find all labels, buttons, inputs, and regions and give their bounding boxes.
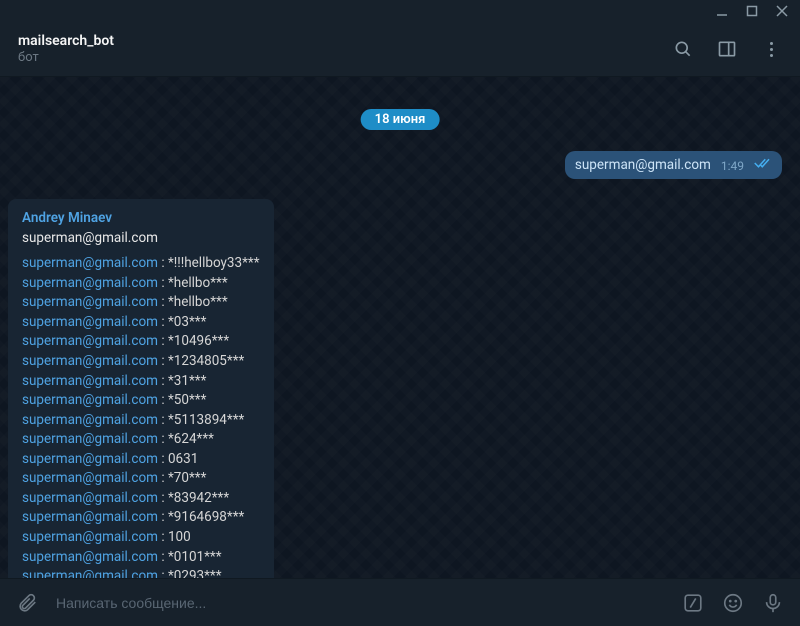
leak-row: superman@gmail.com : *5113894*** bbox=[22, 411, 260, 431]
leak-email: superman@gmail.com bbox=[22, 568, 158, 578]
leak-password: *03*** bbox=[168, 314, 206, 330]
chat-subtitle: бот bbox=[18, 50, 114, 65]
leak-separator: : bbox=[158, 353, 168, 369]
leak-email: superman@gmail.com bbox=[22, 314, 158, 330]
leak-separator: : bbox=[158, 509, 168, 525]
date-chip: 18 июня bbox=[361, 109, 440, 130]
forward-subline: superman@gmail.com bbox=[22, 229, 260, 249]
maximize-icon[interactable] bbox=[746, 5, 758, 17]
leak-password: *0293*** bbox=[168, 568, 222, 578]
minimize-icon[interactable] bbox=[716, 5, 728, 17]
leak-row: superman@gmail.com : *1234805*** bbox=[22, 352, 260, 372]
search-icon[interactable] bbox=[672, 38, 694, 60]
chat-header-info[interactable]: mailsearch_bot бот bbox=[18, 33, 114, 65]
leak-separator: : bbox=[158, 568, 168, 578]
chat-area: 18 июня superman@gmail.com 1:49 Andrey M… bbox=[0, 77, 800, 578]
leak-email: superman@gmail.com bbox=[22, 412, 158, 428]
chat-header-actions bbox=[672, 38, 782, 60]
leak-separator: : bbox=[158, 412, 168, 428]
leak-email: superman@gmail.com bbox=[22, 353, 158, 369]
leak-row: superman@gmail.com : *624*** bbox=[22, 430, 260, 450]
leak-password: *hellbo*** bbox=[168, 275, 228, 291]
leak-separator: : bbox=[158, 490, 168, 506]
leak-row: superman@gmail.com : *hellbo*** bbox=[22, 293, 260, 313]
leak-email: superman@gmail.com bbox=[22, 470, 158, 486]
slash-command-icon[interactable] bbox=[682, 592, 704, 614]
leak-password: *0101*** bbox=[168, 549, 222, 565]
chat-header: mailsearch_bot бот bbox=[0, 22, 800, 77]
leak-password: *31*** bbox=[168, 373, 206, 389]
leak-email: superman@gmail.com bbox=[22, 275, 158, 291]
leak-password: 0631 bbox=[168, 451, 198, 467]
leak-row: superman@gmail.com : *83942*** bbox=[22, 489, 260, 509]
leak-row: superman@gmail.com : *0293*** bbox=[22, 567, 260, 578]
outgoing-message-time: 1:49 bbox=[721, 159, 744, 173]
leak-email: superman@gmail.com bbox=[22, 549, 158, 565]
outgoing-message[interactable]: superman@gmail.com 1:49 bbox=[565, 151, 782, 179]
leak-email: superman@gmail.com bbox=[22, 333, 158, 349]
leak-email: superman@gmail.com bbox=[22, 451, 158, 467]
leak-password: *1234805*** bbox=[168, 353, 244, 369]
message-input-bar bbox=[0, 578, 800, 626]
leak-row: superman@gmail.com : *!!!hellboy33*** bbox=[22, 254, 260, 274]
leak-separator: : bbox=[158, 451, 168, 467]
leak-separator: : bbox=[158, 255, 168, 271]
leak-row: superman@gmail.com : *31*** bbox=[22, 372, 260, 392]
leak-separator: : bbox=[158, 333, 168, 349]
leak-email: superman@gmail.com bbox=[22, 490, 158, 506]
smile-icon[interactable] bbox=[722, 592, 744, 614]
leak-password: 100 bbox=[168, 529, 191, 545]
leak-password: *5113894*** bbox=[168, 412, 244, 428]
outgoing-message-text: superman@gmail.com bbox=[575, 157, 711, 173]
leak-email: superman@gmail.com bbox=[22, 255, 158, 271]
leak-rows: superman@gmail.com : *!!!hellboy33***sup… bbox=[22, 254, 260, 578]
leak-separator: : bbox=[158, 549, 168, 565]
leak-separator: : bbox=[158, 314, 168, 330]
leak-separator: : bbox=[158, 529, 168, 545]
leak-row: superman@gmail.com : *70*** bbox=[22, 469, 260, 489]
more-icon[interactable] bbox=[760, 38, 782, 60]
leak-password: *hellbo*** bbox=[168, 294, 228, 310]
read-checks-icon bbox=[754, 157, 772, 173]
leak-email: superman@gmail.com bbox=[22, 392, 158, 408]
leak-email: superman@gmail.com bbox=[22, 529, 158, 545]
microphone-icon[interactable] bbox=[762, 592, 784, 614]
leak-password: *70*** bbox=[168, 470, 206, 486]
leak-email: superman@gmail.com bbox=[22, 509, 158, 525]
leak-row: superman@gmail.com : *10496*** bbox=[22, 332, 260, 352]
leak-separator: : bbox=[158, 294, 168, 310]
leak-email: superman@gmail.com bbox=[22, 431, 158, 447]
leak-password: *10496*** bbox=[168, 333, 229, 349]
leak-password: *50*** bbox=[168, 392, 206, 408]
leak-separator: : bbox=[158, 431, 168, 447]
leak-row: superman@gmail.com : 100 bbox=[22, 528, 260, 548]
leak-email: superman@gmail.com bbox=[22, 294, 158, 310]
leak-password: *624*** bbox=[168, 431, 214, 447]
close-icon[interactable] bbox=[776, 5, 788, 17]
leak-row: superman@gmail.com : *0101*** bbox=[22, 548, 260, 568]
chat-title: mailsearch_bot bbox=[18, 33, 114, 49]
input-right-icons bbox=[682, 592, 784, 614]
message-input[interactable] bbox=[56, 595, 664, 611]
leak-password: *83942*** bbox=[168, 490, 229, 506]
leak-email: superman@gmail.com bbox=[22, 373, 158, 389]
leak-row: superman@gmail.com : *03*** bbox=[22, 313, 260, 333]
sidepanel-icon[interactable] bbox=[716, 38, 738, 60]
leak-row: superman@gmail.com : *9164698*** bbox=[22, 508, 260, 528]
incoming-message[interactable]: Andrey Minaev superman@gmail.com superma… bbox=[8, 199, 274, 578]
leak-row: superman@gmail.com : 0631 bbox=[22, 450, 260, 470]
leak-separator: : bbox=[158, 470, 168, 486]
leak-separator: : bbox=[158, 373, 168, 389]
leak-password: *!!!hellboy33*** bbox=[168, 255, 260, 271]
leak-separator: : bbox=[158, 275, 168, 291]
leak-separator: : bbox=[158, 392, 168, 408]
forward-author: Andrey Minaev bbox=[22, 209, 260, 229]
leak-row: superman@gmail.com : *hellbo*** bbox=[22, 274, 260, 294]
window-titlebar bbox=[0, 0, 800, 22]
paperclip-icon[interactable] bbox=[16, 592, 38, 614]
leak-row: superman@gmail.com : *50*** bbox=[22, 391, 260, 411]
leak-password: *9164698*** bbox=[168, 509, 244, 525]
